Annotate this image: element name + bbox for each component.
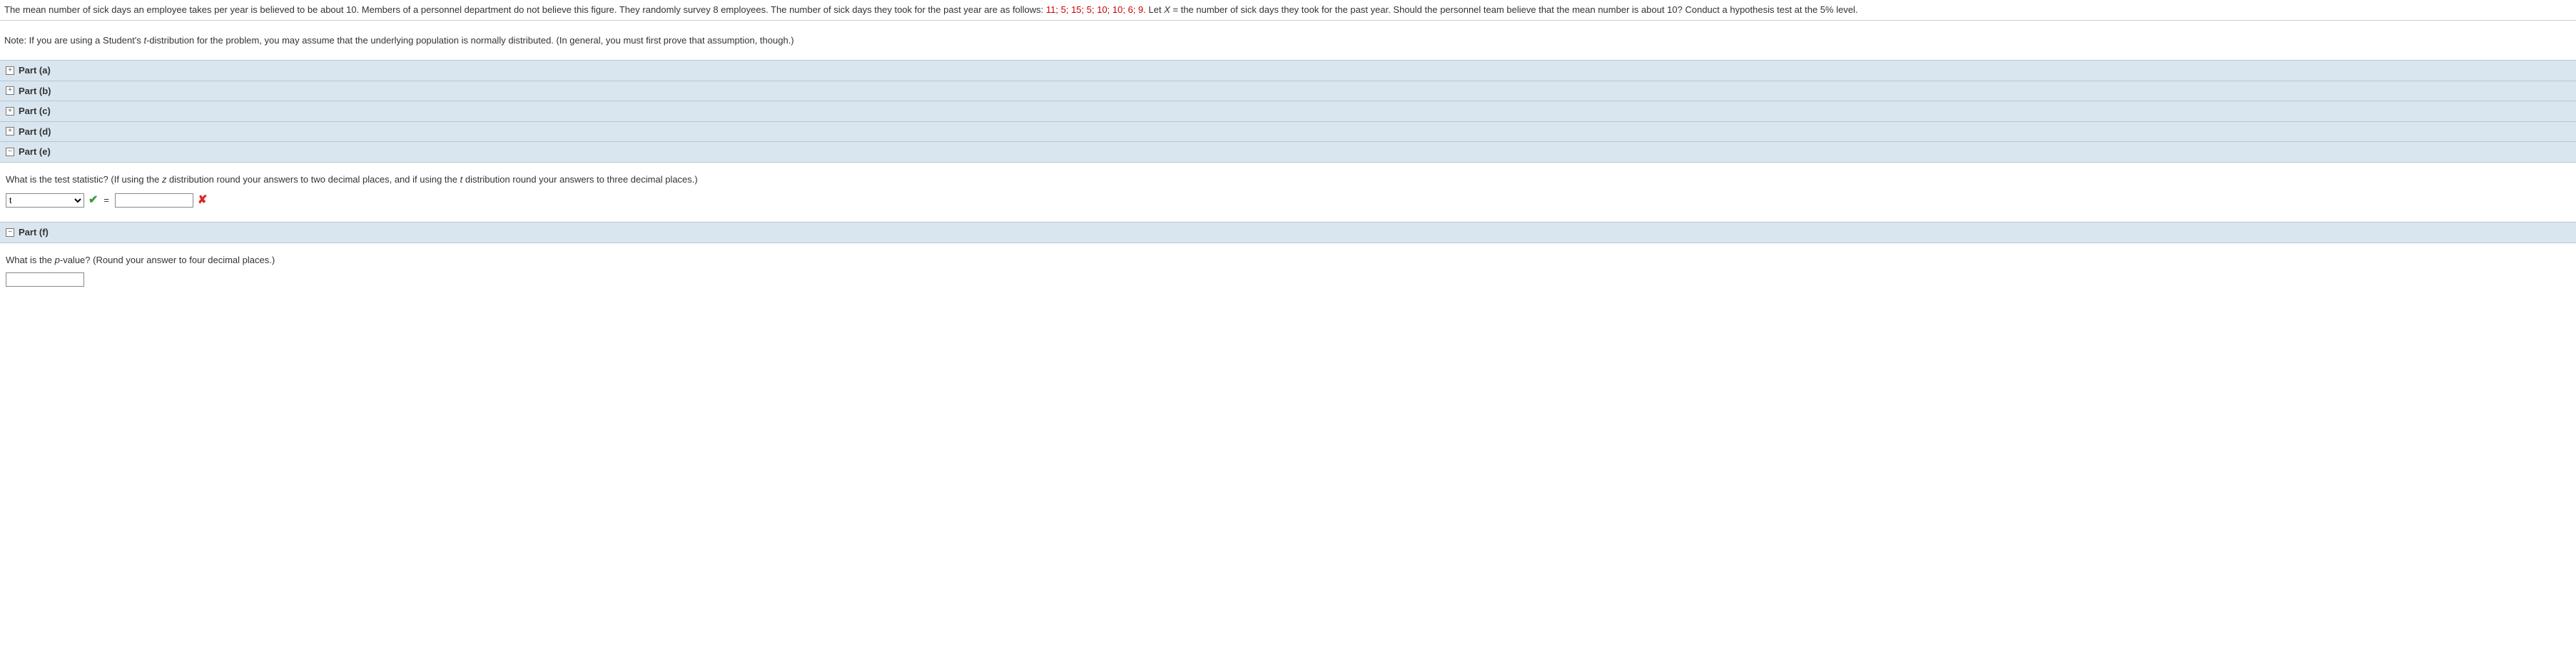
part-e-label: Part (e): [19, 145, 51, 159]
part-a-label: Part (a): [19, 63, 51, 78]
parte-q-b: distribution round your answers to two d…: [166, 174, 460, 185]
plus-icon: +: [6, 86, 14, 95]
plus-icon: +: [6, 127, 14, 136]
variable-x: X: [1164, 4, 1170, 15]
part-f-controls: [6, 272, 2570, 287]
note-mid: -distribution for the problem, you may a…: [146, 35, 794, 46]
problem-statement: The mean number of sick days an employee…: [0, 0, 2576, 21]
p-value-input[interactable]: [6, 272, 84, 287]
part-c-label: Part (c): [19, 104, 51, 118]
part-b-header[interactable]: + Part (b): [0, 81, 2576, 102]
part-f-question: What is the p-value? (Round your answer …: [6, 253, 2570, 267]
minus-icon: −: [6, 228, 14, 237]
part-e-question: What is the test statistic? (If using th…: [6, 173, 2570, 187]
check-icon: ✔: [88, 192, 98, 209]
minus-icon: −: [6, 148, 14, 156]
parte-q-c: distribution round your answers to three…: [462, 174, 698, 185]
equals-sign: =: [102, 193, 111, 208]
part-f-body: What is the p-value? (Round your answer …: [0, 243, 2576, 300]
ital-p: p: [55, 255, 60, 265]
part-d-label: Part (d): [19, 125, 51, 139]
note-prefix: Note: If you are using a Student's: [4, 35, 143, 46]
part-f-label: Part (f): [19, 225, 49, 240]
problem-text-2: Let: [1149, 4, 1165, 15]
problem-text-1: The mean number of sick days an employee…: [4, 4, 1046, 15]
plus-icon: +: [6, 66, 14, 75]
part-e-header[interactable]: − Part (e): [0, 141, 2576, 163]
data-values: 11; 5; 15; 5; 10; 10; 6; 9.: [1046, 4, 1146, 15]
distribution-select[interactable]: t: [6, 193, 84, 208]
partf-q-a: What is the: [6, 255, 55, 265]
note: Note: If you are using a Student's t-dis…: [0, 21, 2576, 61]
x-icon: ✘: [198, 192, 207, 209]
partf-q-b: -value? (Round your answer to four decim…: [60, 255, 275, 265]
test-statistic-input[interactable]: [115, 193, 193, 208]
part-d-header[interactable]: + Part (d): [0, 121, 2576, 143]
plus-icon: +: [6, 107, 14, 116]
part-e-controls: t ✔ = ✘: [6, 192, 2570, 209]
part-f-header[interactable]: − Part (f): [0, 222, 2576, 243]
part-c-header[interactable]: + Part (c): [0, 101, 2576, 122]
part-a-header[interactable]: + Part (a): [0, 60, 2576, 81]
part-e-body: What is the test statistic? (If using th…: [0, 163, 2576, 223]
problem-text-3: = the number of sick days they took for …: [1173, 4, 1858, 15]
parte-q-a: What is the test statistic? (If using th…: [6, 174, 162, 185]
part-b-label: Part (b): [19, 84, 51, 98]
